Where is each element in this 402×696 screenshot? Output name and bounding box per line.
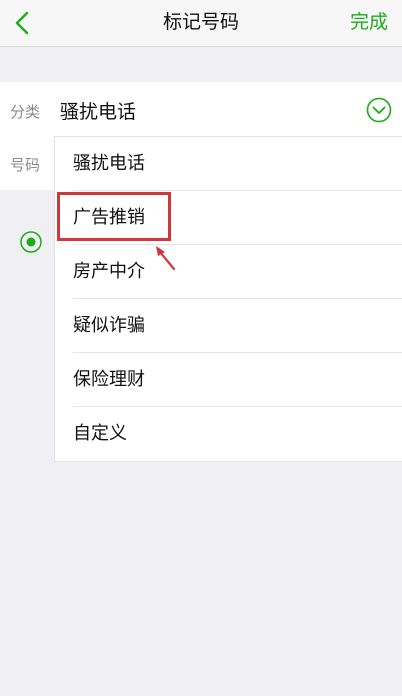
menu-item-label: 保险理财 bbox=[73, 369, 145, 390]
menu-item-label: 自定义 bbox=[73, 423, 127, 444]
menu-item-insurance[interactable]: 保险理财 bbox=[55, 353, 402, 407]
menu-item-real-estate[interactable]: 房产中介 bbox=[55, 245, 402, 299]
menu-item-label: 疑似诈骗 bbox=[73, 315, 145, 336]
chevron-down-circle-icon bbox=[366, 97, 392, 123]
page-title: 标记号码 bbox=[162, 11, 239, 33]
category-dropdown-menu: 骚扰电话 广告推销 房产中介 疑似诈骗 保险理财 自定义 bbox=[54, 136, 402, 462]
category-label: 分类 bbox=[10, 103, 41, 121]
menu-item-fraud[interactable]: 疑似诈骗 bbox=[55, 299, 402, 353]
highlight-box bbox=[57, 192, 171, 241]
menu-item-custom[interactable]: 自定义 bbox=[55, 407, 402, 461]
navigation-bar: 标记号码 完成 bbox=[0, 0, 402, 47]
menu-item-label: 房产中介 bbox=[73, 261, 145, 282]
category-value[interactable]: 骚扰电话 bbox=[60, 97, 136, 124]
radio-button[interactable] bbox=[20, 231, 42, 253]
menu-item-label: 骚扰电话 bbox=[73, 153, 145, 174]
done-button[interactable]: 完成 bbox=[350, 9, 388, 35]
radio-selected-icon bbox=[20, 231, 42, 253]
annotation-arrow-icon bbox=[156, 246, 176, 271]
number-label: 号码 bbox=[10, 156, 41, 174]
category-dropdown-button[interactable] bbox=[366, 97, 392, 123]
menu-item-harassment[interactable]: 骚扰电话 bbox=[55, 137, 402, 191]
